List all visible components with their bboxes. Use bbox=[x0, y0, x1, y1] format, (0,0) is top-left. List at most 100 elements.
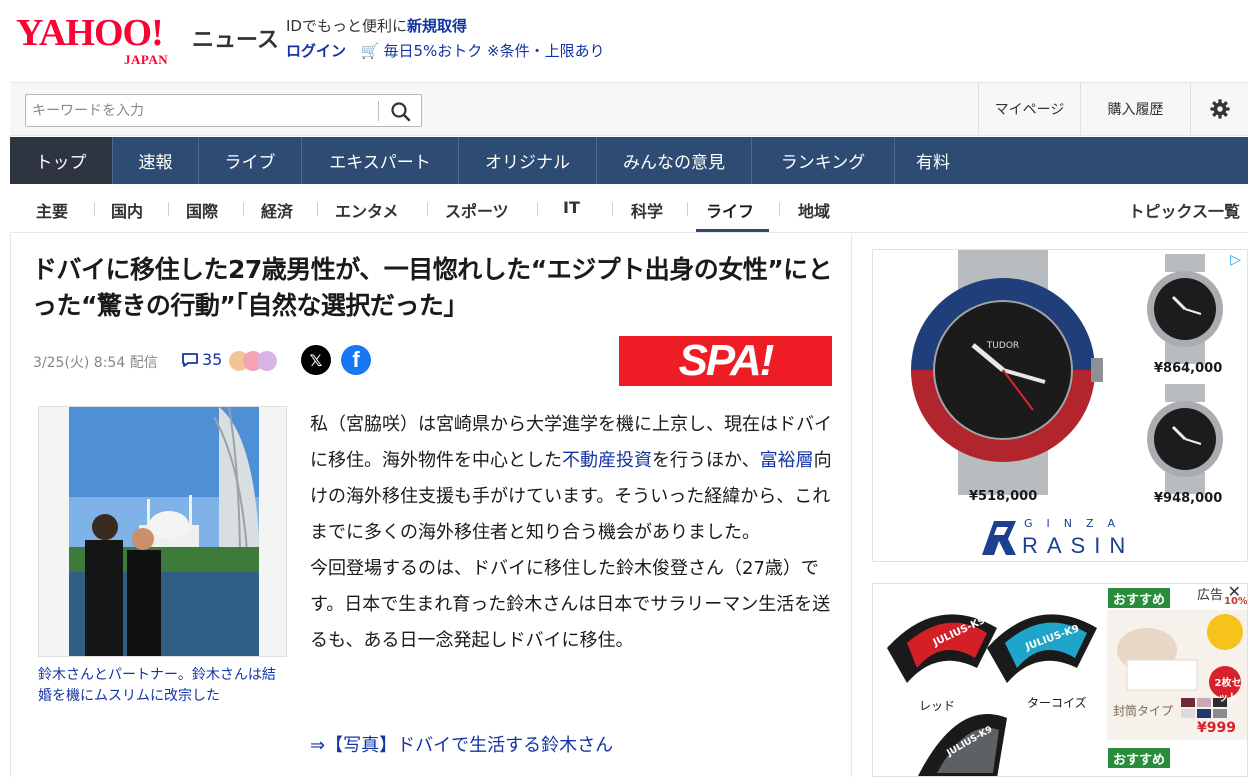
article-headline: ドバイに移住した27歳男性が、一目惚れした“エジプト出身の女性”にとった“驚きの… bbox=[32, 255, 833, 320]
category-separator bbox=[243, 202, 244, 216]
signup-link[interactable]: 新規取得 bbox=[407, 17, 467, 35]
watch-brand: TUDOR bbox=[986, 341, 1019, 351]
x-logo-icon: 𝕏 bbox=[309, 350, 323, 370]
logo-yahoo-text: YAHOO! bbox=[16, 12, 164, 54]
reaction-face-icon bbox=[257, 351, 277, 371]
watch-image-small-1 bbox=[1147, 254, 1223, 364]
harness-image: JULIUS-K9 JULIUS-K9 JULIUS-K9 bbox=[887, 614, 1097, 776]
account-area: IDでもっと便利に新規取得 ログイン 🛒 毎日5%おトク ※条件・上限あり bbox=[286, 14, 605, 64]
category-local[interactable]: 地域 bbox=[798, 198, 830, 222]
facebook-logo-icon: f bbox=[352, 347, 360, 372]
recommend-badge: おすすめ bbox=[1108, 748, 1170, 768]
category-separator bbox=[94, 202, 95, 216]
account-prompt: IDでもっと便利に bbox=[286, 17, 407, 35]
nav-expert[interactable]: エキスパート bbox=[302, 137, 459, 184]
category-separator bbox=[427, 202, 428, 216]
category-nav: 主要 国内 国際 経済 エンタメ スポーツ IT 科学 ライフ 地域 トピックス… bbox=[10, 185, 1248, 233]
color-label-turquoise: ターコイズ bbox=[1027, 696, 1087, 710]
product-ad[interactable]: 広告 ✕ JULIUS-K9 JULIUS-K9 JULIUS-K9 レッド タ… bbox=[872, 583, 1248, 777]
photo-gallery-link[interactable]: ⇒【写真】ドバイで生活する鈴木さん bbox=[310, 731, 613, 757]
watch-price-large: ¥518,000 bbox=[969, 489, 1038, 504]
category-sports[interactable]: スポーツ bbox=[445, 198, 509, 222]
ad-label: 広告 bbox=[1196, 588, 1223, 603]
masthead: YAHOO! JAPAN ニュース IDでもっと便利に新規取得 ログイン 🛒 毎日… bbox=[0, 0, 1260, 82]
photo-caption[interactable]: 鈴木さんとパートナー。鈴木さんは結婚を機にムスリムに改宗した bbox=[38, 665, 288, 707]
active-category-underline bbox=[696, 229, 769, 232]
service-name[interactable]: ニュース bbox=[192, 22, 279, 54]
comment-count: 35 bbox=[202, 350, 223, 369]
nav-top[interactable]: トップ bbox=[10, 137, 113, 184]
category-separator bbox=[612, 202, 613, 216]
settings-button[interactable] bbox=[1190, 83, 1248, 135]
account-links: マイページ 購入履歴 bbox=[978, 83, 1248, 135]
nav-opinion[interactable]: みんなの意見 bbox=[597, 137, 752, 184]
color-label-red: レッド bbox=[919, 699, 956, 713]
watch-ad[interactable]: ▷ TUDOR ¥518,000 ¥864,000 ¥948,000 GINZA… bbox=[872, 249, 1248, 562]
article-photo-image bbox=[39, 407, 286, 656]
watch-image-large: TUDOR bbox=[911, 250, 1103, 495]
brand-top-text: GINZA bbox=[1024, 517, 1130, 530]
paragraph-1: 私（宮脇咲）は宮崎県から大学進学を機に上京し、現在はドバイに移住。海外物件を中心… bbox=[310, 407, 833, 551]
cart-icon: 🛒 bbox=[360, 42, 380, 60]
search-divider bbox=[378, 101, 379, 121]
search-row: マイページ 購入履歴 bbox=[10, 82, 1248, 136]
search-input[interactable] bbox=[32, 101, 372, 121]
category-entertainment[interactable]: エンタメ bbox=[335, 198, 399, 222]
paragraph-1-text: を行うほか、 bbox=[652, 450, 760, 471]
topics-list-link[interactable]: トピックス一覧 bbox=[1128, 198, 1240, 222]
category-economy[interactable]: 経済 bbox=[261, 198, 293, 222]
watch-image-small-2 bbox=[1147, 384, 1223, 494]
promo-link[interactable]: 毎日5%おトク ※条件・上限あり bbox=[383, 42, 604, 60]
login-link[interactable]: ログイン bbox=[286, 42, 346, 60]
category-domestic[interactable]: 国内 bbox=[111, 198, 143, 222]
comment-count-link[interactable]: 35 bbox=[181, 350, 222, 369]
keyword-link-real-estate[interactable]: 不動産投資 bbox=[562, 450, 652, 471]
category-it[interactable]: IT bbox=[563, 198, 580, 217]
nav-original[interactable]: オリジナル bbox=[459, 137, 597, 184]
gear-icon bbox=[1209, 99, 1230, 119]
promo-set-text: 2枚セット bbox=[1214, 678, 1242, 704]
keyword-link-wealthy[interactable]: 富裕層 bbox=[760, 450, 814, 471]
share-x-button[interactable]: 𝕏 bbox=[301, 345, 331, 375]
category-separator bbox=[317, 202, 318, 216]
search-box bbox=[25, 94, 422, 127]
watch-price-2: ¥948,000 bbox=[1154, 491, 1223, 506]
promo-off-text: 10%OFF bbox=[1224, 596, 1248, 607]
category-world[interactable]: 国際 bbox=[186, 198, 218, 222]
yahoo-japan-logo[interactable]: YAHOO! JAPAN ニュース bbox=[16, 12, 279, 67]
nav-ranking[interactable]: ランキング bbox=[752, 137, 895, 184]
share-facebook-button[interactable]: f bbox=[341, 345, 371, 375]
category-separator bbox=[537, 202, 538, 216]
comment-icon bbox=[182, 352, 198, 367]
login-line: ログイン 🛒 毎日5%おトク ※条件・上限あり bbox=[286, 39, 605, 64]
article-photo[interactable] bbox=[38, 406, 287, 657]
category-main[interactable]: 主要 bbox=[36, 198, 68, 222]
ginza-rasin-logo: GINZA RASIN bbox=[978, 517, 1148, 558]
category-life[interactable]: ライフ bbox=[706, 198, 754, 222]
logo-japan-text: JAPAN bbox=[124, 52, 169, 67]
category-separator bbox=[168, 202, 169, 216]
watch-price-1: ¥864,000 bbox=[1154, 361, 1223, 376]
promo-tag-text: 封筒タイプ bbox=[1113, 704, 1174, 718]
nav-breaking[interactable]: 速報 bbox=[113, 137, 199, 184]
brand-word-text: RASIN bbox=[1022, 533, 1135, 558]
category-science[interactable]: 科学 bbox=[631, 198, 663, 222]
purchase-history-link[interactable]: 購入履歴 bbox=[1080, 83, 1190, 135]
paragraph-2: 今回登場するのは、ドバイに移住した鈴木俊登さん（27歳）です。日本で生まれ育った… bbox=[310, 558, 831, 651]
source-logo[interactable]: SPA! bbox=[619, 336, 832, 386]
article: ドバイに移住した27歳男性が、一目惚れした“エジプト出身の女性”にとった“驚きの… bbox=[10, 234, 852, 777]
search-icon bbox=[391, 102, 411, 122]
account-prompt-line: IDでもっと便利に新規取得 bbox=[286, 14, 605, 39]
category-separator bbox=[779, 202, 780, 216]
nav-paid[interactable]: 有料 bbox=[895, 137, 971, 184]
article-body: 私（宮脇咲）は宮崎県から大学進学を機に上京し、現在はドバイに移住。海外物件を中心… bbox=[310, 407, 833, 659]
recommend-badge: おすすめ bbox=[1108, 588, 1170, 608]
mypage-link[interactable]: マイページ bbox=[978, 83, 1080, 135]
publish-date: 3/25(火) 8:54 配信 bbox=[33, 355, 158, 371]
category-separator bbox=[687, 202, 688, 216]
nav-live[interactable]: ライブ bbox=[199, 137, 302, 184]
search-button[interactable] bbox=[388, 99, 414, 123]
main-nav: トップ 速報 ライブ エキスパート オリジナル みんなの意見 ランキング 有料 bbox=[10, 137, 1248, 184]
reaction-faces[interactable] bbox=[229, 351, 289, 371]
rasin-mark-icon bbox=[982, 521, 1016, 555]
